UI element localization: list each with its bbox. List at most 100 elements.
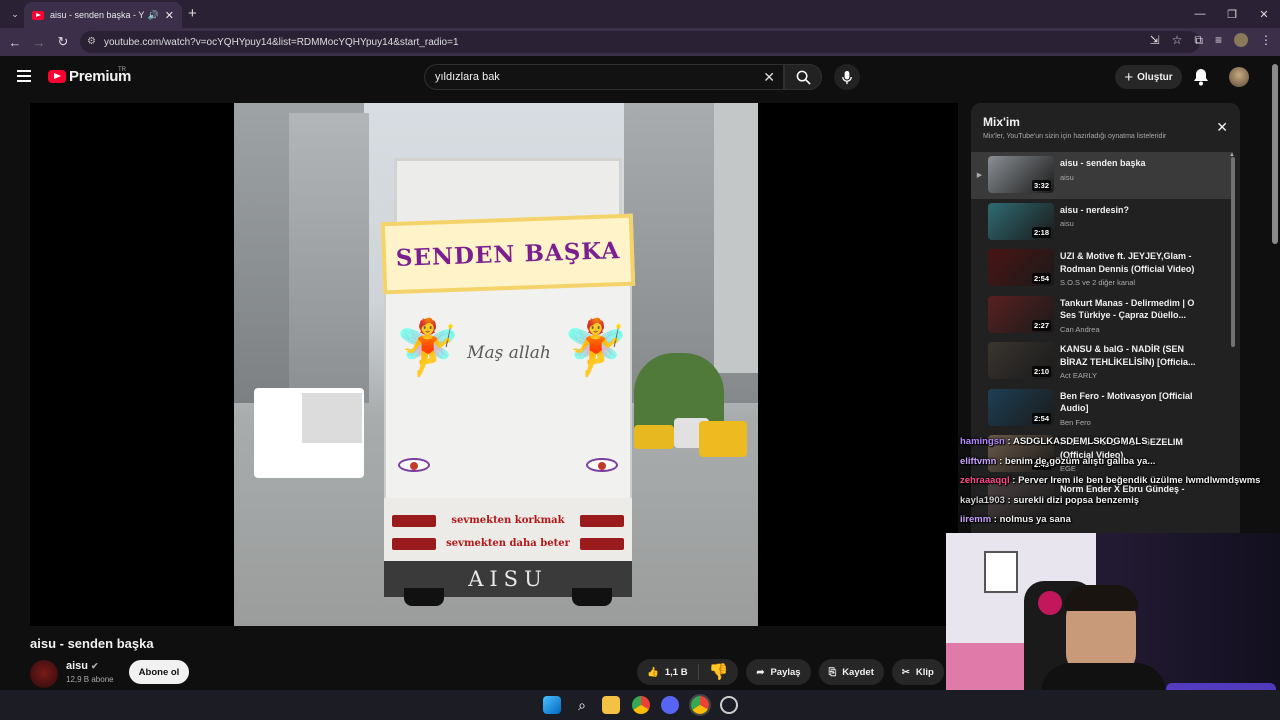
save-button[interactable]: ⎘ Kaydet <box>818 659 884 685</box>
create-button[interactable]: + Oluştur <box>1115 65 1182 89</box>
mix-item-title[interactable]: aisu - nerdesin? <box>1060 204 1210 217</box>
youtube-play-icon <box>48 70 66 83</box>
chat-message: kayla1903 : surekli dizi popsa benzemiş <box>960 494 1140 506</box>
mix-item-title[interactable]: KANSU & balG - NADİR (SEN BİRAZ TEHLİKEL… <box>1060 343 1210 368</box>
clear-search-icon[interactable]: ✕ <box>763 69 775 86</box>
row-index <box>971 245 988 292</box>
browser-tab[interactable]: aisu - senden başka - YouTube 🔊 ✕ <box>24 2 182 28</box>
chat-message: zehraaaqql : Perver Irem ile ben beğendi… <box>960 475 1261 487</box>
mix-scrollbar[interactable] <box>1231 157 1235 347</box>
mix-item-artist: Can Andrea <box>1060 324 1100 334</box>
create-label: Oluştur <box>1137 71 1173 83</box>
mix-list-item[interactable]: 2:54 Ben Fero - Motivasyon [Official Audi… <box>971 385 1233 432</box>
mix-item-title[interactable]: Ben Fero - Motivasyon [Official Audio] <box>1060 390 1210 415</box>
mix-list-item[interactable]: ▶ 3:32 aisu - senden başka aisu <box>971 152 1233 199</box>
back-icon[interactable]: ← <box>3 35 27 50</box>
like-button[interactable]: 👍 1,1 B <box>637 664 699 680</box>
browser-menu-icon[interactable]: ⋮ <box>1260 33 1272 48</box>
mix-list-item[interactable]: 2:54 UZI & Motive ft. JEYJEY,Glam - Rodma… <box>971 245 1233 292</box>
search-button[interactable] <box>784 64 822 90</box>
mix-list-item[interactable]: 2:27 Tankurt Manas - Delirmedim | O Ses T… <box>971 292 1233 339</box>
chrome-icon[interactable] <box>632 696 650 714</box>
notifications-button[interactable] <box>1193 68 1209 91</box>
menu-icon[interactable] <box>17 70 31 85</box>
window-close-icon[interactable]: ✕ <box>1248 0 1280 28</box>
video-frame[interactable]: SENDEN BAŞKA 🧚 🧚 Maş allah sevmekten kor… <box>234 103 758 626</box>
new-tab-icon[interactable]: + <box>188 5 197 22</box>
bell-icon <box>1194 69 1208 86</box>
voice-search-button[interactable] <box>834 64 860 90</box>
evil-eye-left-icon <box>398 458 430 472</box>
row-index <box>971 292 988 339</box>
chat-text: benim de gözüm alıştı galiba ya... <box>1004 455 1156 467</box>
duration-badge: 2:10 <box>1031 366 1051 377</box>
bookmark-icon: ⎘ <box>828 666 837 678</box>
share-button[interactable]: ➦ Paylaş <box>746 659 811 685</box>
truck-sign: SENDEN BAŞKA <box>380 213 636 295</box>
fairy-right-icon: 🧚 <box>562 318 630 378</box>
duration-badge: 2:18 <box>1031 226 1051 238</box>
scissors-icon: ✂ <box>901 666 910 678</box>
restore-icon[interactable]: ❐ <box>1216 0 1248 28</box>
search-input[interactable]: yıldızlara bak ✕ <box>424 64 784 90</box>
channel-avatar[interactable] <box>30 660 58 688</box>
account-avatar[interactable] <box>1229 67 1249 87</box>
discord-icon[interactable] <box>661 696 679 714</box>
video-thumbnail[interactable]: 3:32 <box>988 156 1054 193</box>
chat-username: kayla1903 <box>960 494 1005 506</box>
mix-list-item[interactable]: 2:10 KANSU & balG - NADİR (SEN BİRAZ TEHL… <box>971 338 1233 385</box>
row-index <box>971 199 988 246</box>
duration-badge: 2:54 <box>1031 273 1051 284</box>
video-thumbnail[interactable]: 2:10 <box>988 342 1054 379</box>
video-thumbnail[interactable]: 2:54 <box>988 388 1054 426</box>
profile-avatar[interactable] <box>1234 33 1248 47</box>
row-index <box>971 385 988 432</box>
tab-close-icon[interactable]: ✕ <box>165 9 174 22</box>
youtube-logo[interactable]: Premium TR <box>48 67 131 85</box>
install-app-icon[interactable]: ⇲ <box>1150 33 1160 48</box>
thumbs-up-icon: 👍 <box>647 666 659 678</box>
row-index <box>971 338 988 385</box>
chat-text: ASDGLKASDEMLSKDGMALS <box>1012 436 1148 447</box>
media-control-icon[interactable]: ≡ <box>1215 33 1222 48</box>
search-icon[interactable]: ⌕ <box>573 696 591 714</box>
video-thumbnail[interactable]: 2:27 <box>988 295 1054 333</box>
chat-message: eliftvmn : benim de gözüm alıştı galiba … <box>960 455 1156 467</box>
chrome-active-icon[interactable] <box>689 694 711 716</box>
url-field[interactable]: ⚙ youtube.com/watch?v=ocYQHYpuy14&list=R… <box>80 31 1200 53</box>
fairy-left-icon: 🧚 <box>394 318 462 378</box>
video-thumbnail[interactable]: 2:18 <box>988 202 1054 240</box>
speaker-icon[interactable]: 🔊 <box>148 10 159 21</box>
extensions-icon[interactable]: ⧉ <box>1194 33 1203 48</box>
clip-button[interactable]: ✂ Klip <box>891 659 944 685</box>
file-explorer-icon[interactable] <box>602 696 620 714</box>
mix-item-title[interactable]: aisu - senden başka <box>1060 157 1210 170</box>
now-playing-icon: ▶ <box>976 172 983 180</box>
subscribe-button[interactable]: Abone ol <box>129 660 189 684</box>
channel-name[interactable]: aisu ✔ <box>66 660 99 672</box>
thumbs-down-icon: 👎 <box>708 664 729 681</box>
start-icon[interactable] <box>543 696 561 714</box>
obs-icon[interactable] <box>720 696 738 714</box>
chat-username: zehraaaqql <box>960 475 1010 487</box>
minimize-icon[interactable]: — <box>1184 0 1216 28</box>
video-thumbnail[interactable]: 2:54 <box>988 249 1054 286</box>
microphone-icon <box>842 70 852 84</box>
reload-icon[interactable]: ↻ <box>51 34 75 50</box>
close-icon[interactable]: ✕ <box>1216 119 1228 136</box>
forward-icon[interactable]: → <box>27 35 51 50</box>
search-icon <box>796 70 811 85</box>
url-text: youtube.com/watch?v=ocYQHYpuy14&list=RDM… <box>104 36 459 48</box>
youtube-header: Premium TR yıldızlara bak ✕ + Oluştur <box>0 56 1270 100</box>
mix-list-item[interactable]: 2:18 aisu - nerdesin? aisu <box>971 199 1233 246</box>
mix-item-artist: S.O.S ve 2 diğer kanal <box>1060 278 1136 287</box>
video-actions: 👍 1,1 B 👎 ➦ Paylaş ⎘ Kaydet ✂ Klip <box>637 659 944 685</box>
mix-item-title[interactable]: UZI & Motive ft. JEYJEY,Glam - Rodman De… <box>1060 250 1210 275</box>
mix-item-title[interactable]: Tankurt Manas - Delirmedim | O Ses Türki… <box>1060 297 1210 322</box>
mix-item-artist: Act EARLY <box>1060 371 1097 380</box>
dislike-button[interactable]: 👎 <box>699 662 739 682</box>
bookmark-star-icon[interactable]: ☆ <box>1172 33 1183 48</box>
video-title: aisu - senden başka <box>30 636 154 651</box>
site-info-icon[interactable]: ⚙ <box>87 36 96 47</box>
chat-text: surekli dizi popsa benzemiş <box>1013 494 1140 506</box>
